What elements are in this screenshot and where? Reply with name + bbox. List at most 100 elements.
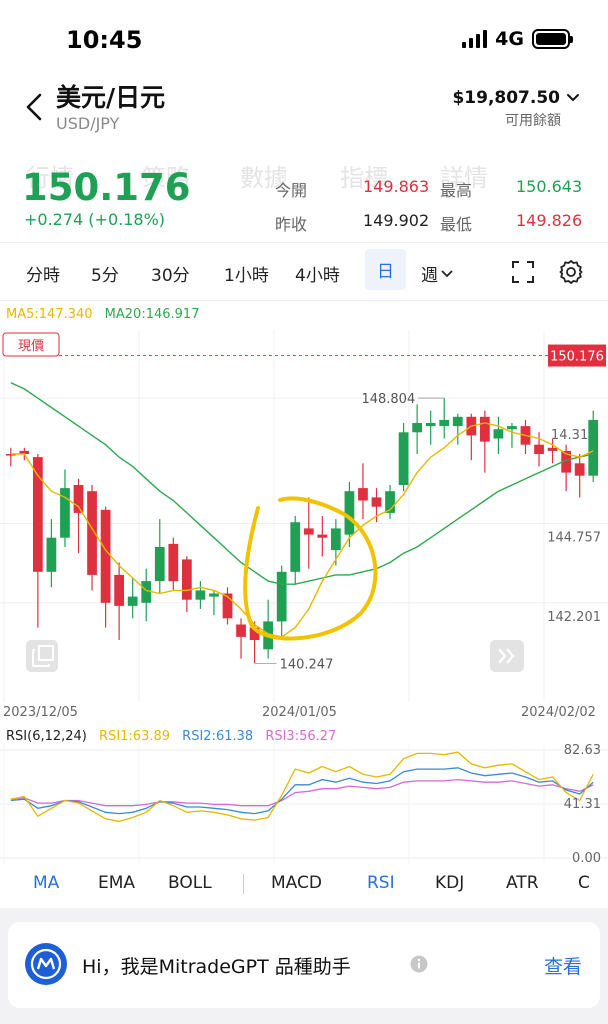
- scroll-latest-button[interactable]: [490, 640, 524, 672]
- rsi2-value: RSI2:61.38: [182, 729, 254, 744]
- balance-dropdown[interactable]: $19,807.50: [452, 88, 580, 108]
- low-value: 149.826: [516, 211, 583, 230]
- ma5-value: MA5:147.340: [6, 307, 93, 322]
- indicator-atr[interactable]: ATR: [506, 873, 539, 893]
- signal-icon: [462, 30, 488, 48]
- indicator-ema[interactable]: EMA: [98, 873, 135, 893]
- indicator-macd[interactable]: MACD: [271, 873, 322, 893]
- open-value: 149.863: [363, 177, 430, 196]
- candle-body: [330, 528, 341, 551]
- candle-body: [168, 543, 179, 582]
- rsi1-value: RSI1:63.89: [99, 729, 171, 744]
- candle-body: [46, 537, 57, 572]
- candle-body: [32, 457, 43, 572]
- candle-body: [574, 463, 585, 476]
- chevron-down-icon: [441, 269, 453, 277]
- rsi3-line: [10, 778, 594, 807]
- candle-body: [181, 559, 192, 600]
- quote-panel: 行情 策略 數據 指標 詳情 150.176 +0.274 (+0.18%) 今…: [0, 150, 608, 242]
- ma20-value: MA20:146.917: [104, 307, 200, 322]
- battery-icon: [532, 29, 573, 49]
- ma-legend: MA5:147.340 MA20:146.917: [6, 307, 199, 322]
- interval-30m[interactable]: 30分: [151, 261, 190, 286]
- indicator-boll[interactable]: BOLL: [168, 873, 212, 893]
- price-change: +0.274 (+0.18%): [24, 210, 166, 229]
- indicator-kdj[interactable]: KDJ: [435, 873, 464, 893]
- candle-body: [358, 488, 368, 501]
- indicator-more[interactable]: C: [578, 873, 590, 893]
- candle-body: [114, 574, 125, 606]
- interval-day[interactable]: 日: [365, 249, 406, 290]
- current-price-badge: 150.176: [548, 344, 606, 367]
- rsi-top-label: 82.63: [564, 744, 601, 758]
- indicator-ma[interactable]: MA: [33, 873, 59, 893]
- chevron-down-icon: [567, 94, 579, 102]
- candle-body: [507, 426, 517, 430]
- interval-time[interactable]: 分時: [26, 261, 60, 286]
- rsi-chart[interactable]: 82.63 41.31 0.00: [0, 744, 608, 864]
- indicator-rsi[interactable]: RSI: [367, 873, 395, 893]
- interval-5m[interactable]: 5分: [91, 261, 119, 286]
- ma20-line: [10, 382, 594, 585]
- min-price-label: 140.247: [280, 657, 334, 672]
- candle-body: [412, 423, 423, 433]
- candle-body: [141, 581, 152, 603]
- candle-body: [276, 571, 287, 622]
- rsi-mid-label: 41.31: [564, 797, 601, 812]
- instrument-title: 美元/日元: [56, 83, 166, 112]
- rsi-legend: RSI(6,12,24) RSI1:63.89 RSI2:61.38 RSI3:…: [6, 729, 336, 744]
- current-price-tag-left: 現價: [2, 332, 60, 357]
- low-label: 最低: [440, 215, 473, 234]
- y-extra-label: 14.31: [551, 428, 588, 443]
- rsi-params: RSI(6,12,24): [6, 729, 87, 744]
- annotation-circle: [243, 496, 378, 641]
- exit-fullscreen-button[interactable]: [26, 640, 58, 672]
- mitrade-gpt-logo-icon: [25, 943, 67, 985]
- fullscreen-icon[interactable]: [511, 260, 535, 284]
- interval-4h[interactable]: 4小時: [295, 261, 340, 286]
- candle-body: [290, 522, 301, 572]
- assistant-card[interactable]: Hi，我是MitradeGPT 品種助手 查看: [8, 922, 600, 1008]
- candle-body: [425, 423, 436, 427]
- ma5-line: [10, 422, 594, 638]
- balance-label: 可用餘額: [505, 113, 561, 129]
- candlestick-chart[interactable]: 現價 150.176 144.757 142.201 14.31 148.804…: [0, 330, 608, 702]
- divider: [0, 300, 608, 301]
- status-bar: 10:45 4G: [0, 0, 608, 72]
- rsi2-line: [10, 767, 594, 815]
- back-arrow-icon[interactable]: [22, 92, 46, 122]
- current-price: 150.176: [22, 166, 191, 209]
- interval-week-dropdown[interactable]: 週: [421, 261, 453, 286]
- candle-body: [493, 429, 504, 439]
- x-axis-label: 2024/01/05: [262, 705, 337, 720]
- prev-close-label: 昨收: [275, 215, 308, 234]
- candle-body: [317, 534, 328, 538]
- candle-body: [344, 491, 355, 535]
- candle-body: [195, 590, 206, 600]
- current-price-tag-text: 現價: [18, 339, 44, 354]
- candle-body: [236, 624, 246, 637]
- balance-value: $19,807.50: [452, 88, 560, 108]
- interval-1h[interactable]: 1小時: [224, 261, 269, 286]
- x-axis-label: 2024/02/02: [521, 705, 596, 720]
- status-time: 10:45: [66, 26, 143, 54]
- indicator-bar: MA EMA BOLL MACD RSI KDJ ATR C: [0, 868, 608, 898]
- candle-body: [100, 509, 111, 603]
- y-tick-label: 142.201: [547, 610, 601, 625]
- x-axis-label: 2023/12/05: [3, 705, 78, 720]
- candle-body: [127, 596, 138, 606]
- candle-body: [452, 416, 463, 427]
- candle-body: [547, 447, 558, 451]
- open-label: 今開: [275, 181, 308, 200]
- candle-body: [534, 444, 544, 454]
- gear-icon[interactable]: [558, 259, 584, 285]
- candle-body: [154, 547, 165, 582]
- view-link[interactable]: 查看: [544, 952, 582, 979]
- info-icon[interactable]: [410, 955, 428, 973]
- candle-body: [73, 485, 84, 513]
- header: 美元/日元 USD/JPY $19,807.50 可用餘額: [0, 72, 608, 142]
- current-price-badge-text: 150.176: [550, 350, 604, 365]
- instrument-symbol: USD/JPY: [56, 114, 120, 133]
- rsi1-line: [10, 751, 594, 823]
- prev-close-value: 149.902: [363, 211, 430, 230]
